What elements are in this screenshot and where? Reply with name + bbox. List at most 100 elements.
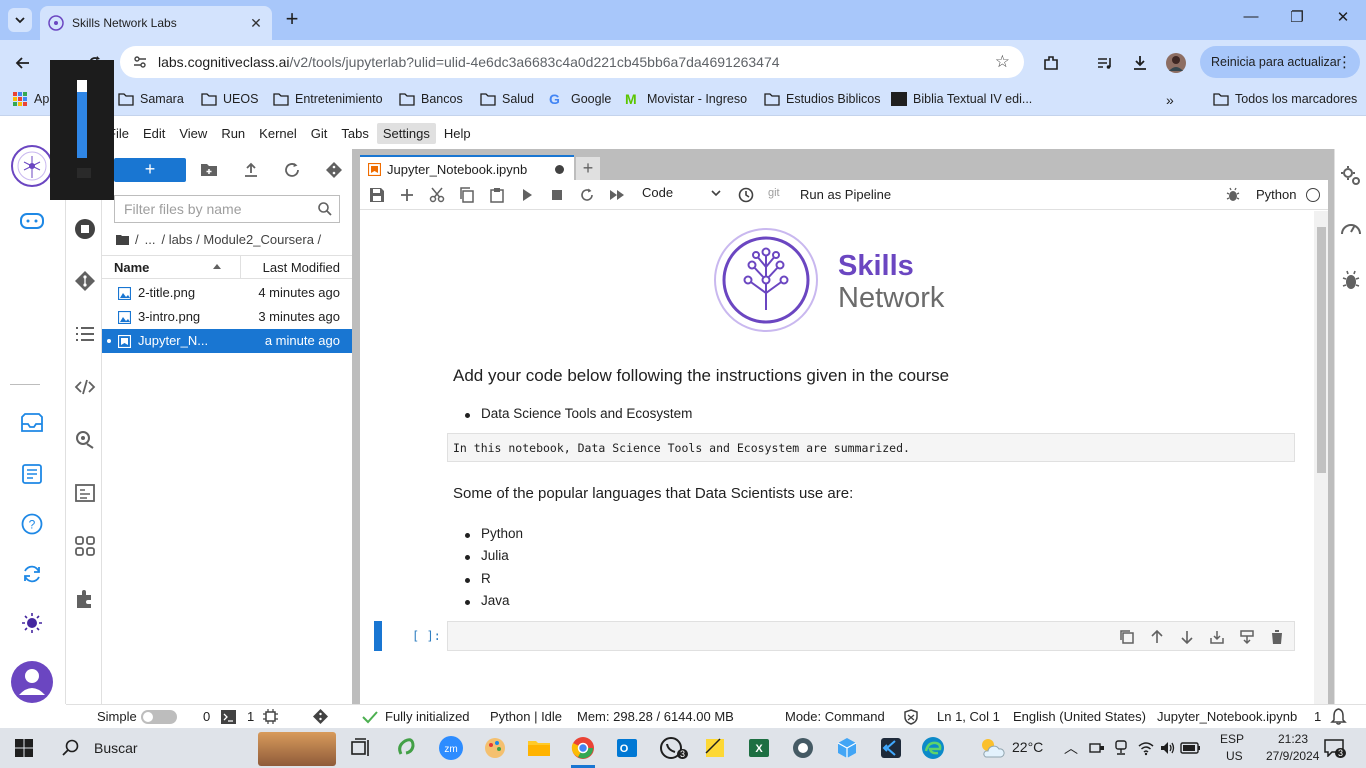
bookmark-all-folder[interactable]: Todos los marcadores bbox=[1213, 92, 1357, 106]
simple-mode-toggle[interactable] bbox=[141, 710, 177, 724]
column-last-modified[interactable]: Last Modified bbox=[263, 260, 340, 275]
spellcheck-language[interactable]: English (United States) bbox=[1013, 709, 1146, 724]
sort-ascending-icon[interactable] bbox=[212, 262, 222, 270]
bookmarks-overflow-icon[interactable]: » bbox=[1166, 92, 1174, 108]
back-arrow-icon[interactable] bbox=[12, 52, 34, 74]
breadcrumb-ellipsis[interactable]: ... bbox=[145, 232, 156, 247]
taskbar-search[interactable]: Buscar bbox=[48, 728, 248, 768]
menu-view[interactable]: View bbox=[173, 123, 213, 144]
excel-icon[interactable]: X bbox=[747, 736, 771, 760]
insert-below-icon[interactable] bbox=[1239, 629, 1255, 645]
save-icon[interactable] bbox=[369, 187, 385, 203]
chrome-icon[interactable] bbox=[571, 736, 595, 760]
skills-network-logo-icon[interactable] bbox=[10, 144, 54, 188]
new-folder-icon[interactable] bbox=[200, 161, 218, 179]
unsaved-indicator-icon[interactable] bbox=[555, 164, 564, 174]
menu-help[interactable]: Help bbox=[438, 123, 477, 144]
breadcrumb-root[interactable]: / bbox=[135, 232, 139, 247]
app-circle-icon[interactable] bbox=[791, 736, 815, 760]
task-view-icon[interactable] bbox=[349, 736, 373, 760]
bookmark-folder-estudios[interactable]: Estudios Biblicos bbox=[764, 92, 881, 106]
media-control-icon[interactable] bbox=[1094, 52, 1116, 74]
edge-icon[interactable] bbox=[921, 736, 945, 760]
document-icon[interactable] bbox=[21, 463, 43, 485]
filter-files-input[interactable]: Filter files by name bbox=[114, 195, 340, 223]
column-name[interactable]: Name bbox=[114, 260, 149, 275]
browser-tab-active[interactable]: Skills Network Labs ✕ bbox=[40, 6, 272, 40]
update-button[interactable]: Reinicia para actualizar ⋮ bbox=[1200, 46, 1360, 78]
clock-time[interactable]: 21:23 bbox=[1278, 732, 1308, 746]
menu-settings[interactable]: Settings bbox=[376, 122, 436, 144]
bookmark-apps[interactable]: Ap bbox=[12, 92, 49, 106]
menu-edit[interactable]: Edit bbox=[137, 123, 171, 144]
cell-type-select[interactable]: Code bbox=[642, 185, 722, 205]
git-diff-label[interactable]: git bbox=[768, 187, 780, 199]
menu-git[interactable]: Git bbox=[305, 123, 334, 144]
minimize-icon[interactable]: — bbox=[1236, 8, 1266, 32]
input-layout[interactable]: US bbox=[1226, 749, 1243, 763]
metadata-icon[interactable] bbox=[73, 481, 97, 505]
debugger-icon[interactable] bbox=[1225, 187, 1241, 203]
bookmark-folder-salud[interactable]: Salud bbox=[480, 92, 534, 106]
bookmark-biblia[interactable]: Biblia Textual IV edi... bbox=[891, 92, 1032, 106]
delete-cell-icon[interactable] bbox=[1269, 629, 1285, 645]
git-clone-icon[interactable] bbox=[325, 161, 343, 179]
refresh-icon[interactable] bbox=[283, 161, 301, 179]
property-inspector-gears-icon[interactable] bbox=[1339, 164, 1363, 188]
git-icon[interactable] bbox=[73, 269, 97, 293]
more-menu-icon[interactable]: ⋮ bbox=[1337, 53, 1352, 71]
upload-icon[interactable] bbox=[242, 161, 260, 179]
notification-bell-icon[interactable] bbox=[1330, 708, 1347, 725]
paint-icon[interactable] bbox=[483, 736, 507, 760]
notebook-scrollbar[interactable] bbox=[1314, 211, 1328, 704]
raw-cell[interactable]: In this notebook, Data Science Tools and… bbox=[447, 433, 1295, 462]
running-stop-icon[interactable] bbox=[73, 217, 97, 241]
copy-icon[interactable] bbox=[459, 187, 475, 203]
stop-icon[interactable] bbox=[549, 187, 565, 203]
add-cell-icon[interactable] bbox=[399, 187, 415, 203]
trust-shield-icon[interactable] bbox=[903, 709, 919, 725]
window-close-icon[interactable]: ✕ bbox=[1328, 8, 1358, 32]
vscode-icon[interactable] bbox=[879, 736, 903, 760]
help-icon[interactable]: ? bbox=[21, 513, 43, 535]
weather-temperature[interactable]: 22°C bbox=[1012, 739, 1043, 755]
run-icon[interactable] bbox=[519, 187, 535, 203]
tab-close-icon[interactable]: ✕ bbox=[248, 15, 264, 32]
new-tab-button[interactable]: + bbox=[576, 157, 600, 181]
paste-icon[interactable] bbox=[489, 187, 505, 203]
profile-avatar-icon[interactable] bbox=[1165, 52, 1187, 74]
breadcrumb-path[interactable]: / labs / Module2_Coursera / bbox=[161, 232, 321, 247]
kernel-chip-icon[interactable] bbox=[263, 709, 278, 724]
theme-toggle-icon[interactable] bbox=[21, 612, 43, 634]
notebook-tab[interactable]: Jupyter_Notebook.ipynb bbox=[360, 155, 574, 181]
terminal-icon[interactable] bbox=[221, 710, 236, 724]
cut-icon[interactable] bbox=[429, 187, 445, 203]
new-tab-button[interactable]: + bbox=[280, 8, 304, 32]
bookmark-google[interactable]: G Google bbox=[549, 92, 611, 106]
table-of-contents-icon[interactable] bbox=[73, 322, 97, 346]
bookmark-folder-ueos[interactable]: UEOS bbox=[201, 92, 258, 106]
folder-icon[interactable] bbox=[116, 234, 129, 245]
download-icon[interactable] bbox=[1129, 52, 1151, 74]
menu-kernel[interactable]: Kernel bbox=[253, 123, 303, 144]
kernel-state[interactable]: Python | Idle bbox=[490, 709, 562, 724]
file-explorer-icon[interactable] bbox=[527, 736, 551, 760]
code-cell[interactable]: [ ]: bbox=[374, 621, 1295, 651]
cursor-position[interactable]: Ln 1, Col 1 bbox=[937, 709, 1000, 724]
bookmark-star-icon[interactable]: ☆ bbox=[995, 52, 1010, 72]
bookmark-movistar[interactable]: M Movistar - Ingreso bbox=[625, 92, 747, 106]
move-up-icon[interactable] bbox=[1149, 629, 1165, 645]
inbox-icon[interactable] bbox=[20, 413, 44, 433]
user-avatar-icon[interactable] bbox=[10, 660, 54, 704]
outlook-icon[interactable]: O bbox=[615, 736, 639, 760]
bookmark-folder-bancos[interactable]: Bancos bbox=[399, 92, 463, 106]
app-green-swirl-icon[interactable] bbox=[395, 736, 419, 760]
usb-device-icon[interactable] bbox=[1089, 741, 1105, 755]
insert-above-icon[interactable] bbox=[1209, 629, 1225, 645]
kernel-name[interactable]: Python bbox=[1256, 187, 1296, 202]
clock-icon[interactable] bbox=[738, 187, 754, 203]
app-cube-icon[interactable] bbox=[835, 736, 859, 760]
tab-search-button[interactable] bbox=[8, 8, 32, 32]
components-icon[interactable] bbox=[73, 534, 97, 558]
sync-icon[interactable] bbox=[21, 563, 43, 585]
